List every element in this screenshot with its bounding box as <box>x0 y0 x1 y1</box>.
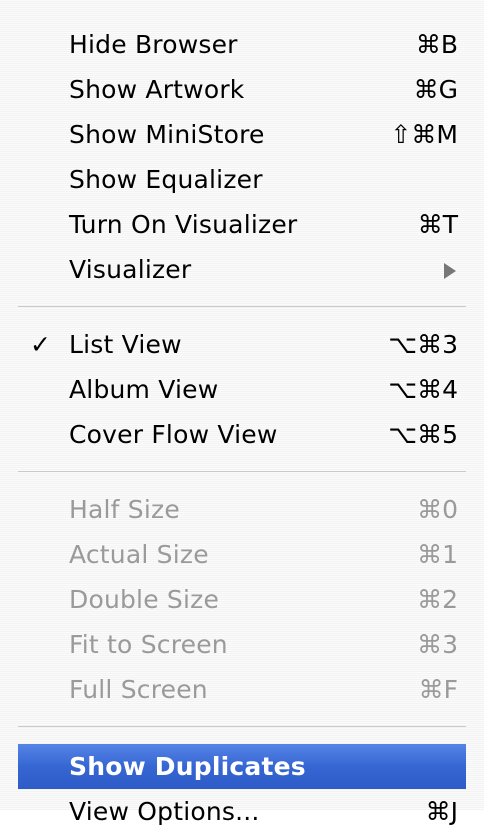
menu-item-shortcut: ⌥⌘4 <box>388 375 458 404</box>
menu-item-album-view[interactable]: Album View ⌥⌘4 <box>0 367 484 412</box>
menu-item-label: Show Artwork <box>69 75 245 104</box>
menu-item-shortcut: ⌥⌘3 <box>388 330 458 359</box>
menu-item-visualizer[interactable]: Visualizer <box>0 247 484 292</box>
menu-item-label: Hide Browser <box>69 30 238 59</box>
menu-item-view-options[interactable]: View Options... ⌘J <box>0 789 484 834</box>
checkmark-icon: ✓ <box>30 330 51 359</box>
menu-item-label: Actual Size <box>69 540 209 569</box>
menu-item-label: Fit to Screen <box>69 630 228 659</box>
menu-item-fit-to-screen: Fit to Screen ⌘3 <box>0 622 484 667</box>
menu-item-show-ministore[interactable]: Show MiniStore ⇧⌘M <box>0 112 484 157</box>
menu-item-shortcut: ⇧⌘M <box>390 120 458 149</box>
menu-item-shortcut: ⌘F <box>418 675 458 704</box>
menu-item-label: Double Size <box>69 585 220 614</box>
menu-item-label: View Options... <box>69 797 260 826</box>
menu-item-shortcut: ⌘J <box>425 797 458 826</box>
menu-item-shortcut: ⌘0 <box>417 495 458 524</box>
menu-item-label: Turn On Visualizer <box>69 210 298 239</box>
menu-separator <box>0 712 484 744</box>
menu-separator <box>0 457 484 487</box>
menu-item-full-screen: Full Screen ⌘F <box>0 667 484 712</box>
menu-item-label: List View <box>69 330 182 359</box>
view-menu: Hide Browser ⌘B Show Artwork ⌘G Show Min… <box>0 0 484 826</box>
menu-item-label: Cover Flow View <box>69 420 278 449</box>
menu-item-turn-on-visualizer[interactable]: Turn On Visualizer ⌘T <box>0 202 484 247</box>
submenu-arrow-icon <box>444 247 458 292</box>
menu-group-view-mode: ✓ List View ⌥⌘3 Album View ⌥⌘4 Cover Flo… <box>0 322 484 457</box>
menu-item-hide-browser[interactable]: Hide Browser ⌘B <box>0 22 484 67</box>
menu-group-size: Half Size ⌘0 Actual Size ⌘1 Double Size … <box>0 487 484 712</box>
menu-item-shortcut: ⌘1 <box>417 540 458 569</box>
menu-item-show-artwork[interactable]: Show Artwork ⌘G <box>0 67 484 112</box>
menu-item-cover-flow-view[interactable]: Cover Flow View ⌥⌘5 <box>0 412 484 457</box>
menu-item-label: Show Equalizer <box>69 165 263 194</box>
menu-item-label: Album View <box>69 375 219 404</box>
menu-item-shortcut: ⌘2 <box>417 585 458 614</box>
menu-item-shortcut: ⌘B <box>415 30 458 59</box>
menu-separator <box>0 292 484 322</box>
menu-item-label: Full Screen <box>69 675 208 704</box>
menu-item-shortcut: ⌘3 <box>417 630 458 659</box>
menu-item-list-view[interactable]: ✓ List View ⌥⌘3 <box>0 322 484 367</box>
menu-item-show-duplicates[interactable]: Show Duplicates <box>18 744 466 789</box>
menu-item-label: Show Duplicates <box>69 752 306 781</box>
menu-item-shortcut: ⌘G <box>413 75 458 104</box>
menu-item-actual-size: Actual Size ⌘1 <box>0 532 484 577</box>
menu-item-show-equalizer[interactable]: Show Equalizer <box>0 157 484 202</box>
menu-item-half-size: Half Size ⌘0 <box>0 487 484 532</box>
menu-group-browser: Hide Browser ⌘B Show Artwork ⌘G Show Min… <box>0 22 484 292</box>
menu-item-label: Half Size <box>69 495 180 524</box>
menu-group-options: Show Duplicates View Options... ⌘J <box>0 744 484 834</box>
menu-item-label: Show MiniStore <box>69 120 265 149</box>
menu-item-label: Visualizer <box>69 255 192 284</box>
menu-item-shortcut: ⌥⌘5 <box>388 420 458 449</box>
menu-item-double-size: Double Size ⌘2 <box>0 577 484 622</box>
menu-item-shortcut: ⌘T <box>417 210 458 239</box>
